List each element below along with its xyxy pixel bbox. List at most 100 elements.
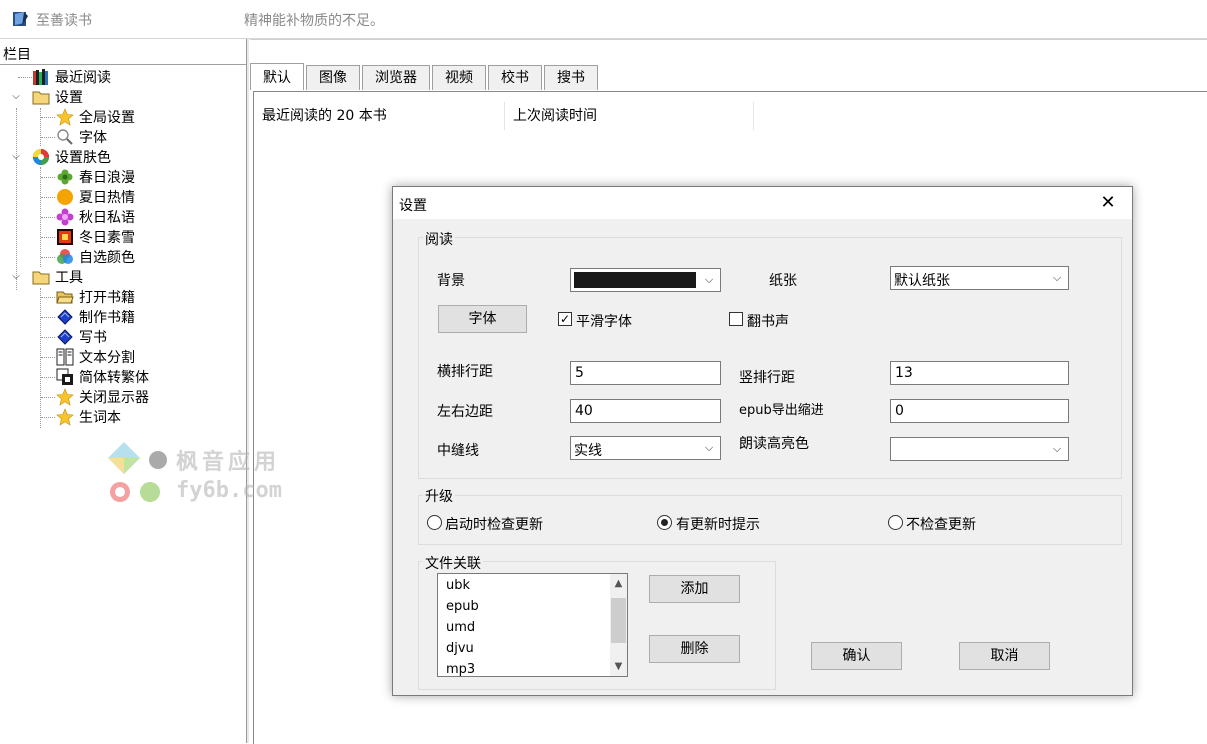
chevron-down-icon: ⌵ <box>1052 271 1062 284</box>
margin-value: 40 <box>575 403 593 419</box>
tree-item-label: 最近阅读 <box>55 70 111 86</box>
tree-item-skin[interactable]: 设置肤色 <box>32 147 111 167</box>
tree-item-spring[interactable]: 春日浪漫 <box>56 167 135 187</box>
split-text-icon <box>56 348 74 366</box>
tree-item-monitor-off[interactable]: 关闭显示器 <box>56 387 149 407</box>
tab-bar: 默认 图像 浏览器 视频 校书 搜书 <box>250 63 600 91</box>
app-title: 至善读书 <box>36 13 92 29</box>
ok-button[interactable]: 确认 <box>811 642 902 670</box>
app-logo-icon <box>13 12 28 26</box>
app-quote: 精神能补物质的不足。 <box>244 13 384 29</box>
close-icon[interactable]: ✕ <box>1098 193 1118 213</box>
chevron-down-icon[interactable]: ⌵ <box>10 151 22 163</box>
scrollbar-thumb[interactable] <box>611 598 626 643</box>
tab-browser[interactable]: 浏览器 <box>362 65 430 90</box>
tree-item-make-book[interactable]: 制作书籍 <box>56 307 135 327</box>
folder-icon <box>32 91 50 105</box>
tree-item-tools[interactable]: 工具 <box>32 267 83 287</box>
chevron-down-icon: ⌵ <box>704 441 714 454</box>
upgrade-option-startup-label: 启动时检查更新 <box>445 517 543 533</box>
books-icon <box>33 69 48 85</box>
open-folder-icon <box>56 291 74 304</box>
tree-item-global-settings[interactable]: 全局设置 <box>56 107 135 127</box>
list-item[interactable]: umd <box>446 620 475 635</box>
gutter-select-value: 实线 <box>574 443 602 459</box>
watermark-logo-icon <box>108 442 167 502</box>
tab-search-book[interactable]: 搜书 <box>544 65 598 90</box>
epub-indent-input[interactable]: 0 <box>890 399 1069 423</box>
upgrade-option-startup-radio[interactable] <box>427 515 442 530</box>
add-extension-button[interactable]: 添加 <box>649 575 740 603</box>
tree-item-label: 设置肤色 <box>55 150 111 166</box>
settings-dialog: 设置 ✕ 阅读 背景 ⌵ 纸张 默认纸张 ⌵ 字体 ✓ 平滑字体 翻书声 横排行… <box>392 186 1133 696</box>
paper-select[interactable]: 默认纸张 ⌵ <box>890 266 1069 290</box>
star-icon <box>56 108 74 126</box>
list-item[interactable]: djvu <box>446 641 474 656</box>
background-select[interactable]: ⌵ <box>570 268 721 292</box>
tree-item-write-book[interactable]: 写书 <box>56 327 107 347</box>
list-item[interactable]: epub <box>446 599 479 614</box>
tree-item-winter[interactable]: 冬日素雪 <box>56 227 135 247</box>
smooth-font-checkbox[interactable]: ✓ <box>558 312 572 326</box>
tab-default[interactable]: 默认 <box>250 63 304 90</box>
tree-item-open-book[interactable]: 打开书籍 <box>56 287 135 307</box>
gutter-select[interactable]: 实线 ⌵ <box>570 436 721 460</box>
column-header-recent-books[interactable]: 最近阅读的 20 本书 <box>254 102 505 130</box>
tree-item-recent[interactable]: 最近阅读 <box>32 67 111 87</box>
upgrade-option-notify-label: 有更新时提示 <box>676 517 760 533</box>
chevron-down-icon: ⌵ <box>704 273 714 286</box>
tab-proofread[interactable]: 校书 <box>488 65 542 90</box>
chevron-down-icon[interactable]: ⌵ <box>10 91 22 103</box>
chevron-up-icon[interactable]: ▲ <box>610 575 627 592</box>
v-spacing-label: 竖排行距 <box>739 370 795 386</box>
tree-item-settings[interactable]: 设置 <box>32 87 83 107</box>
tree-item-summer[interactable]: 夏日热情 <box>56 187 135 207</box>
delete-extension-button[interactable]: 删除 <box>649 635 740 663</box>
page-sound-label: 翻书声 <box>747 314 789 330</box>
star-icon <box>56 388 74 406</box>
tree-item-split-text[interactable]: 文本分割 <box>56 347 135 367</box>
margin-input[interactable]: 40 <box>570 399 721 423</box>
tree-item-label: 制作书籍 <box>79 310 135 326</box>
tab-image[interactable]: 图像 <box>306 65 360 90</box>
panel-splitter[interactable] <box>247 39 249 743</box>
gutter-label: 中缝线 <box>437 443 479 459</box>
paper-select-value: 默认纸张 <box>894 273 950 289</box>
left-panel-title: 栏目 <box>3 47 31 63</box>
tree-item-custom-color[interactable]: 自选颜色 <box>56 247 135 267</box>
chevron-down-icon[interactable]: ▼ <box>610 658 627 675</box>
chevron-down-icon[interactable]: ⌵ <box>10 271 22 283</box>
tree-item-label: 生词本 <box>79 410 121 426</box>
left-panel-header: 栏目 <box>0 39 246 65</box>
tree-item-font[interactable]: 字体 <box>56 127 107 147</box>
list-item[interactable]: mp3 <box>446 662 475 676</box>
column-header-last-read[interactable]: 上次阅读时间 <box>505 102 754 130</box>
margin-label: 左右边距 <box>437 404 493 420</box>
v-spacing-input[interactable]: 13 <box>890 361 1069 385</box>
tab-video[interactable]: 视频 <box>432 65 486 90</box>
file-assoc-group-label: 文件关联 <box>423 553 483 573</box>
recent-list-header: 最近阅读的 20 本书 上次阅读时间 <box>254 102 754 130</box>
tree-item-label: 设置 <box>55 90 83 106</box>
cancel-button[interactable]: 取消 <box>959 642 1050 670</box>
color-wheel-icon <box>33 149 49 165</box>
tree-item-vocab[interactable]: 生词本 <box>56 407 121 427</box>
convert-icon <box>56 368 73 385</box>
highlight-select[interactable]: ⌵ <box>890 437 1069 461</box>
fire-square-icon <box>57 229 73 245</box>
dialog-titlebar[interactable]: 设置 ✕ <box>393 187 1132 219</box>
upgrade-option-never-radio[interactable] <box>888 515 903 530</box>
file-extension-list[interactable]: ubk epub umd djvu mp3 ▲ ▼ <box>437 573 628 677</box>
list-scrollbar[interactable]: ▲ ▼ <box>610 574 627 676</box>
font-button[interactable]: 字体 <box>438 305 527 333</box>
tree-item-convert[interactable]: 简体转繁体 <box>56 367 149 387</box>
page-sound-checkbox[interactable] <box>729 312 743 326</box>
list-item[interactable]: ubk <box>446 578 470 593</box>
upgrade-option-notify-radio[interactable] <box>657 515 672 530</box>
app-titlebar: 至善读书 精神能补物质的不足。 <box>0 0 1207 39</box>
tree-item-autumn[interactable]: 秋日私语 <box>56 207 135 227</box>
tree-item-label: 夏日热情 <box>79 190 135 206</box>
tree-item-label: 关闭显示器 <box>79 390 149 406</box>
watermark-url: fy6b.com <box>176 478 282 503</box>
h-spacing-input[interactable]: 5 <box>570 361 721 385</box>
